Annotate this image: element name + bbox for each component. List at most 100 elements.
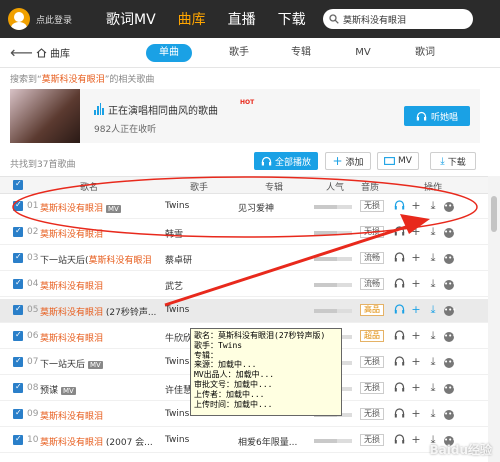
nav-tab-lyrics-mv[interactable]: 歌词MV [106,9,156,29]
row-checkbox[interactable] [13,252,23,263]
quality-badge[interactable]: 无损 [360,356,384,368]
download-icon[interactable]: ⤓ [427,407,439,421]
col-title[interactable]: 歌名 [80,180,98,193]
quality-badge[interactable]: 流畅 [360,278,384,290]
listen-button[interactable]: 听她唱 [404,106,470,126]
song-title[interactable]: 莫斯科没有眼泪 MV [40,201,121,214]
col-album[interactable]: 专辑 [265,180,283,193]
nav-tab-live[interactable]: 直播 [228,9,256,29]
album-link[interactable]: 相爱6年限量... [238,435,297,448]
download-icon[interactable]: ⤓ [427,381,439,395]
singer-link[interactable]: 许佳慧 [165,383,192,396]
song-title[interactable]: 莫斯科没有眼泪 [40,331,103,344]
song-title[interactable]: 下一站天后(莫斯科没有眼泪 [40,253,152,266]
listen-icon[interactable] [393,407,405,421]
download-icon[interactable]: ⤓ [427,225,439,239]
more-icon[interactable]: ••• [444,331,456,342]
song-title[interactable]: 莫斯科没有眼泪 (2007 会... [40,435,153,448]
more-icon[interactable]: ••• [444,201,456,212]
listen-icon[interactable] [393,303,405,317]
row-checkbox[interactable] [13,304,23,315]
quality-badge[interactable]: 无损 [360,200,384,212]
singer-link[interactable]: Twins [165,357,189,367]
quality-badge[interactable]: 无损 [360,226,384,238]
login-link[interactable]: 点此登录 [36,13,106,26]
tab-albums[interactable]: 专辑 [270,44,332,62]
add-icon[interactable]: + [410,381,422,395]
more-icon[interactable]: ••• [444,279,456,290]
nav-tab-library[interactable]: 曲库 [178,9,206,29]
more-icon[interactable]: ••• [444,305,456,316]
quality-badge[interactable]: 无损 [360,434,384,446]
table-row[interactable]: 03 下一站天后(莫斯科没有眼泪 蔡卓研 流畅 + ⤓ ••• [0,247,488,271]
add-button[interactable]: + 添加 [325,152,371,170]
add-icon[interactable]: + [410,433,422,447]
table-row[interactable]: 05 莫斯科没有眼泪 (27秒铃声... Twins 高品 + ⤓ ••• [0,299,488,323]
back-arrow-icon[interactable]: ⟵ [10,43,33,62]
singer-photo[interactable] [10,89,80,143]
download-button[interactable]: ⤓ 下载 [430,152,476,170]
singer-link[interactable]: Twins [165,305,189,315]
search-keyword[interactable]: 莫斯科没有眼泪 [42,75,105,85]
listen-icon[interactable] [393,277,405,291]
col-quality[interactable]: 音质 [361,180,379,193]
download-icon[interactable]: ⤓ [427,303,439,317]
row-checkbox[interactable] [13,200,23,211]
singer-link[interactable]: 韩雪 [165,227,183,240]
more-icon[interactable]: ••• [444,409,456,420]
mv-button[interactable]: MV [377,152,419,170]
quality-badge[interactable]: 流畅 [360,252,384,264]
table-row[interactable]: 01 莫斯科没有眼泪MV Twins 见习爱神 无损 + ⤓ ••• [0,195,488,219]
row-checkbox[interactable] [13,330,23,341]
singer-link[interactable]: 武艺 [165,279,183,292]
listen-icon[interactable] [393,381,405,395]
listen-icon[interactable] [393,329,405,343]
tab-mv[interactable]: MV [332,44,394,62]
download-icon[interactable]: ⤓ [427,329,439,343]
add-icon[interactable]: + [410,225,422,239]
avatar-icon[interactable] [8,8,30,30]
download-icon[interactable]: ⤓ [427,277,439,291]
search-input[interactable]: 莫斯科没有眼泪 [323,9,473,29]
mv-badge[interactable]: MV [106,205,121,213]
nav-tab-download[interactable]: 下载 [278,9,306,29]
more-icon[interactable]: ••• [444,383,456,394]
more-icon[interactable]: ••• [444,357,456,368]
mv-badge[interactable]: MV [61,387,76,395]
album-link[interactable]: 见习爱神 [238,201,274,214]
col-popularity[interactable]: 人气 [326,180,344,193]
singer-link[interactable]: Twins [165,409,189,419]
scrollbar[interactable] [488,176,500,462]
add-icon[interactable]: + [410,303,422,317]
mv-badge[interactable]: MV [88,361,103,369]
table-row[interactable]: 02 莫斯科没有眼泪 韩雪 无损 + ⤓ ••• [0,221,488,245]
play-all-button[interactable]: 全部播放 [254,152,318,170]
banner-title[interactable]: 正在演唱相同曲风的歌曲 [108,102,218,117]
singer-link[interactable]: 蔡卓研 [165,253,192,266]
tab-singers[interactable]: 歌手 [208,44,270,62]
song-title[interactable]: 莫斯科没有眼泪 [40,279,103,292]
more-icon[interactable]: ••• [444,227,456,238]
row-checkbox[interactable] [13,408,23,419]
listen-icon[interactable] [393,225,405,239]
library-home[interactable]: 曲库 [36,45,146,60]
listen-icon[interactable] [393,199,405,213]
quality-badge[interactable]: 无损 [360,382,384,394]
add-icon[interactable]: + [410,329,422,343]
download-icon[interactable]: ⤓ [427,251,439,265]
row-checkbox[interactable] [13,356,23,367]
row-checkbox[interactable] [13,382,23,393]
tab-songs[interactable]: 单曲 [146,43,192,62]
add-icon[interactable]: + [410,199,422,213]
quality-badge[interactable]: 超品 [360,330,384,342]
singer-link[interactable]: 牛欣欣 [165,331,192,344]
row-checkbox[interactable] [13,434,23,445]
listen-icon[interactable] [393,433,405,447]
add-icon[interactable]: + [410,355,422,369]
singer-link[interactable]: Twins [165,201,189,211]
search-icon[interactable] [329,14,339,24]
quality-badge[interactable]: 无损 [360,408,384,420]
singer-link[interactable]: Twins [165,435,189,445]
add-icon[interactable]: + [410,277,422,291]
song-title[interactable]: 莫斯科没有眼泪 [40,409,103,422]
